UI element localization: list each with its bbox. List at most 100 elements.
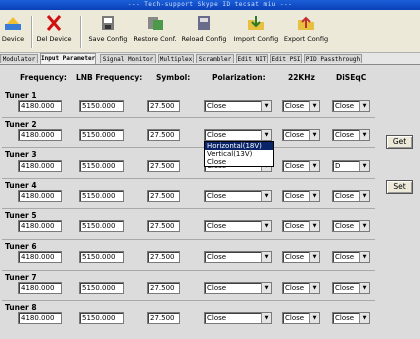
chevron-down-icon[interactable]: ▼ bbox=[359, 101, 369, 111]
add-device-button[interactable]: Device bbox=[0, 12, 26, 50]
polarization-select[interactable]: Close ▼ bbox=[204, 190, 272, 202]
chevron-down-icon[interactable]: ▼ bbox=[309, 130, 319, 140]
22khz-select[interactable]: Close ▼ bbox=[282, 100, 320, 112]
symbol-field[interactable]: 27.500 bbox=[147, 251, 180, 263]
chevron-down-icon[interactable]: ▼ bbox=[309, 252, 319, 262]
frequency-field[interactable]: 4180.000 bbox=[18, 312, 62, 324]
polarization-select[interactable]: Close ▼ bbox=[204, 282, 272, 294]
chevron-down-icon[interactable]: ▼ bbox=[309, 161, 319, 171]
lnb-frequency-field[interactable]: 5150.000 bbox=[79, 129, 124, 141]
chevron-down-icon[interactable]: ▼ bbox=[359, 283, 369, 293]
diseqc-select[interactable]: D ▼ bbox=[332, 160, 370, 172]
tuner-group-divider bbox=[2, 147, 375, 148]
symbol-field[interactable]: 27.500 bbox=[147, 282, 180, 294]
diseqc-select[interactable]: Close ▼ bbox=[332, 220, 370, 232]
dropdown-option[interactable]: Close bbox=[205, 158, 273, 166]
tab-multiplex[interactable]: Multiplex bbox=[158, 54, 194, 63]
lnb-frequency-field[interactable]: 5150.000 bbox=[79, 190, 124, 202]
polarization-select[interactable]: Close ▼ bbox=[204, 220, 272, 232]
frequency-field[interactable]: 4180.000 bbox=[18, 129, 62, 141]
chevron-down-icon[interactable]: ▼ bbox=[359, 191, 369, 201]
22khz-select[interactable]: Close ▼ bbox=[282, 190, 320, 202]
tab-signal-monitor[interactable]: Signal Monitor bbox=[100, 54, 156, 63]
reload-config-button[interactable]: Reload Config bbox=[180, 12, 228, 50]
chevron-down-icon[interactable]: ▼ bbox=[359, 252, 369, 262]
chevron-down-icon[interactable]: ▼ bbox=[359, 130, 369, 140]
diseqc-select[interactable]: Close ▼ bbox=[332, 251, 370, 263]
chevron-down-icon[interactable]: ▼ bbox=[309, 101, 319, 111]
chevron-down-icon[interactable]: ▼ bbox=[359, 161, 369, 171]
dropdown-option[interactable]: Vertical(13V) bbox=[205, 150, 273, 158]
chevron-down-icon[interactable]: ▼ bbox=[261, 313, 271, 323]
delete-device-button[interactable]: Del Device bbox=[34, 12, 74, 50]
chevron-down-icon[interactable]: ▼ bbox=[261, 101, 271, 111]
chevron-down-icon[interactable]: ▼ bbox=[309, 283, 319, 293]
lnb-frequency-field[interactable]: 5150.000 bbox=[79, 220, 124, 232]
tab-edit-nit[interactable]: Edit NIT bbox=[236, 54, 268, 63]
polarization-select[interactable]: Close ▼ bbox=[204, 312, 272, 324]
chevron-down-icon[interactable]: ▼ bbox=[359, 313, 369, 323]
tab-modulator[interactable]: Modulator bbox=[0, 54, 38, 63]
tab-pid-passthrough[interactable]: PID Passthrough bbox=[304, 54, 362, 63]
chevron-down-icon[interactable]: ▼ bbox=[309, 221, 319, 231]
polarization-select[interactable]: Close ▼ bbox=[204, 100, 272, 112]
symbol-field[interactable]: 27.500 bbox=[147, 160, 180, 172]
diseqc-select[interactable]: Close ▼ bbox=[332, 100, 370, 112]
symbol-field[interactable]: 27.500 bbox=[147, 190, 180, 202]
chevron-down-icon[interactable]: ▼ bbox=[309, 191, 319, 201]
diseqc-select[interactable]: Close ▼ bbox=[332, 190, 370, 202]
polarization-select[interactable]: Close ▼ bbox=[204, 129, 272, 141]
import-config-button[interactable]: Import Config bbox=[232, 12, 280, 50]
22khz-select[interactable]: Close ▼ bbox=[282, 312, 320, 324]
restore-config-button[interactable]: Restore Conf. bbox=[132, 12, 178, 50]
frequency-field-value: 4180.000 bbox=[21, 284, 55, 292]
symbol-field-value: 27.500 bbox=[150, 102, 175, 110]
lnb-frequency-field[interactable]: 5150.000 bbox=[79, 251, 124, 263]
frequency-field[interactable]: 4180.000 bbox=[18, 190, 62, 202]
polarization-select[interactable]: Close ▼ bbox=[204, 251, 272, 263]
frequency-field[interactable]: 4180.000 bbox=[18, 220, 62, 232]
chevron-down-icon[interactable]: ▼ bbox=[309, 313, 319, 323]
chevron-down-icon[interactable]: ▼ bbox=[359, 221, 369, 231]
tab-scrambler[interactable]: Scrambler bbox=[196, 54, 234, 63]
save-config-button[interactable]: Save Config bbox=[86, 12, 130, 50]
22khz-select-value: Close bbox=[285, 222, 305, 230]
import-config-label: Import Config bbox=[233, 35, 279, 43]
diseqc-select[interactable]: Close ▼ bbox=[332, 312, 370, 324]
chevron-down-icon[interactable]: ▼ bbox=[261, 191, 271, 201]
restore-config-label: Restore Conf. bbox=[133, 35, 177, 43]
diseqc-select[interactable]: Close ▼ bbox=[332, 129, 370, 141]
22khz-select[interactable]: Close ▼ bbox=[282, 251, 320, 263]
symbol-field[interactable]: 27.500 bbox=[147, 312, 180, 324]
22khz-select[interactable]: Close ▼ bbox=[282, 129, 320, 141]
lnb-frequency-field[interactable]: 5150.000 bbox=[79, 312, 124, 324]
polarization-select-value: Close bbox=[207, 131, 227, 139]
tab-edit-psi[interactable]: Edit PSI bbox=[270, 54, 302, 63]
symbol-field[interactable]: 27.500 bbox=[147, 129, 180, 141]
chevron-down-icon[interactable]: ▼ bbox=[261, 221, 271, 231]
dropdown-option[interactable]: Horizontal(18V) bbox=[205, 142, 273, 150]
tab-input-parameter[interactable]: Input Parameter bbox=[40, 53, 96, 64]
22khz-select[interactable]: Close ▼ bbox=[282, 220, 320, 232]
frequency-field[interactable]: 4180.000 bbox=[18, 282, 62, 294]
symbol-field-value: 27.500 bbox=[150, 192, 175, 200]
lnb-frequency-field[interactable]: 5150.000 bbox=[79, 160, 124, 172]
get-button[interactable]: Get bbox=[386, 135, 413, 149]
chevron-down-icon[interactable]: ▼ bbox=[261, 130, 271, 140]
22khz-select[interactable]: Close ▼ bbox=[282, 282, 320, 294]
22khz-select[interactable]: Close ▼ bbox=[282, 160, 320, 172]
chevron-down-icon[interactable]: ▼ bbox=[261, 283, 271, 293]
frequency-field[interactable]: 4180.000 bbox=[18, 251, 62, 263]
symbol-field[interactable]: 27.500 bbox=[147, 220, 180, 232]
export-config-button[interactable]: Export Config bbox=[282, 12, 330, 50]
chevron-down-icon[interactable]: ▼ bbox=[261, 252, 271, 262]
lnb-frequency-field[interactable]: 5150.000 bbox=[79, 282, 124, 294]
diseqc-select[interactable]: Close ▼ bbox=[332, 282, 370, 294]
set-button[interactable]: Set bbox=[386, 180, 413, 194]
tuner-label: Tuner 7 bbox=[5, 273, 37, 282]
lnb-frequency-header: LNB Frequency: bbox=[76, 73, 143, 82]
symbol-field[interactable]: 27.500 bbox=[147, 100, 180, 112]
frequency-field[interactable]: 4180.000 bbox=[18, 160, 62, 172]
frequency-field[interactable]: 4180.000 bbox=[18, 100, 62, 112]
lnb-frequency-field[interactable]: 5150.000 bbox=[79, 100, 124, 112]
